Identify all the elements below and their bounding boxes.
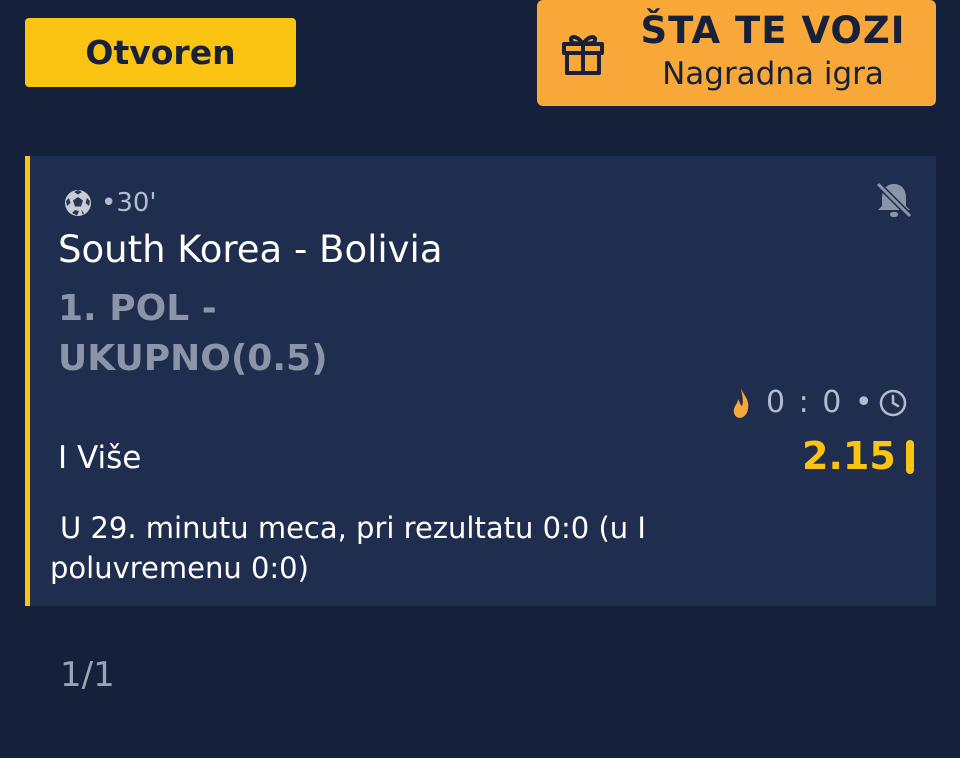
pagination: 1/1 [60, 655, 115, 695]
promo-title: ŠTA TE VOZI [640, 9, 906, 52]
match-title: South Korea - Bolivia [58, 228, 443, 271]
odds-value: 2.15 [802, 434, 896, 478]
gift-icon [562, 35, 604, 75]
clock-icon [879, 389, 906, 416]
bet-description: U 29. minutu meca, pri rezultatu 0:0 (u … [50, 511, 646, 585]
market-name: 1. POL - UKUPNO(0.5) [58, 288, 328, 379]
ticket-card[interactable]: •30' South Korea - Bolivia 1. POL - UKUP… [25, 156, 936, 606]
bell-off-icon[interactable] [872, 178, 916, 222]
promo-banner[interactable]: ŠTA TE VOZI Nagradna igra [537, 0, 936, 106]
soccer-ball-icon [65, 190, 91, 216]
status-badge: Otvoren [25, 18, 296, 87]
match-minute: •30' [101, 188, 157, 218]
promo-subtitle: Nagradna igra [662, 56, 884, 92]
selection-label: I Više [58, 440, 142, 476]
live-score: 0 : 0 • [766, 385, 875, 420]
odds-indicator [906, 440, 914, 474]
match-meta: •30' [63, 188, 157, 218]
ticket-page: Otvoren ŠTA TE VOZI Nagradna igra •30' S… [0, 0, 960, 758]
fire-icon [733, 387, 749, 418]
status-label: Otvoren [85, 33, 236, 72]
live-info: 0 : 0 • [730, 385, 909, 420]
